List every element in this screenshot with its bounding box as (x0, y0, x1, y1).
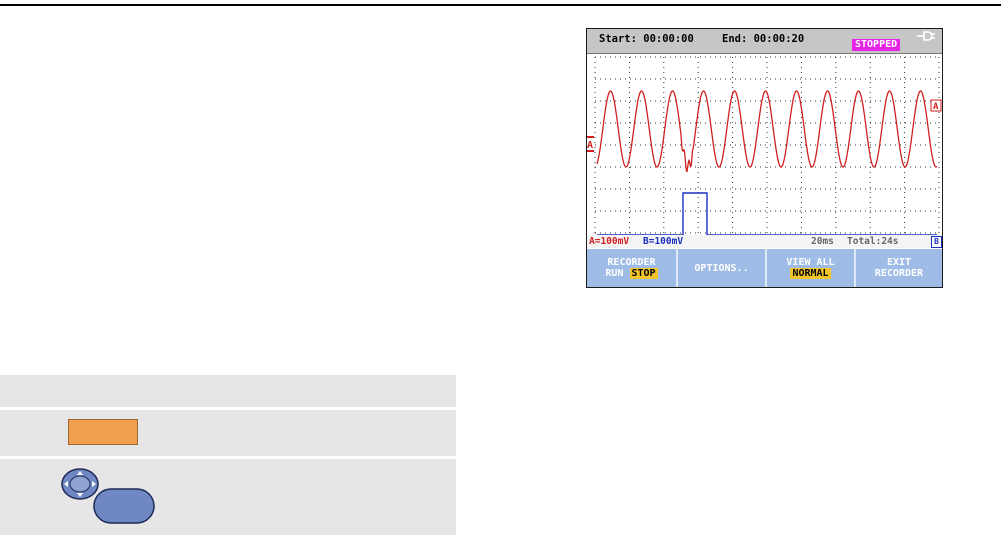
scope-status-bar: A=100mV B=100mV 20ms Total:24s B (587, 235, 942, 248)
end-time: End: 00:00:20 (722, 33, 805, 45)
scope-header: Start: 00:00:00 End: 00:00:20 STOPPED (587, 29, 942, 54)
softkey-1-run: RUN (605, 268, 624, 279)
channel-a-right-marker: A (930, 99, 942, 112)
channel-a-left-label: A (587, 140, 593, 151)
table-row (0, 410, 456, 456)
recorder-run-stop-softkey[interactable]: RECORDER RUN STOP (587, 249, 676, 287)
start-time: Start: 00:00:00 (599, 33, 694, 45)
softkey-4-line1: EXIT (886, 257, 912, 268)
orange-key-icon (68, 419, 138, 445)
softkey-3-line1: VIEW ALL (786, 257, 835, 268)
view-all-softkey[interactable]: VIEW ALL NORMAL (767, 249, 854, 287)
softkey-1-line1: RECORDER (607, 257, 656, 268)
exit-recorder-softkey[interactable]: EXIT RECORDER (856, 249, 942, 287)
status-badge: STOPPED (852, 39, 901, 51)
scope-screen: Start: 00:00:00 End: 00:00:20 STOPPED A … (586, 28, 943, 288)
oval-button-icon (93, 488, 155, 524)
power-plug-icon (917, 31, 935, 41)
channel-a-left-marker: A (587, 136, 594, 152)
options-softkey[interactable]: OPTIONS.. (678, 249, 765, 287)
softkey-2-label: OPTIONS.. (694, 262, 749, 274)
timebase: 20ms (811, 236, 834, 247)
softkey-4-line2: RECORDER (874, 268, 924, 279)
table-row (0, 459, 456, 535)
channel-a-scale: A=100mV (589, 236, 630, 247)
softkey-1-stop: STOP (629, 268, 658, 279)
table-row (0, 375, 456, 407)
channel-b-right-marker: B (931, 236, 942, 248)
channel-a-trace (596, 90, 938, 173)
top-rule (0, 4, 1001, 6)
channel-a-right-label: A (933, 102, 939, 112)
softkey-bar: RECORDER RUN STOP OPTIONS.. VIEW ALL NOR… (587, 249, 942, 287)
channel-b-trace (597, 192, 937, 235)
waveform-plot: A A B (587, 56, 942, 235)
channel-b-scale: B=100mV (643, 236, 684, 247)
softkey-3-normal: NORMAL (790, 268, 831, 279)
arrow-navigation-icon (61, 468, 155, 524)
total-time: Total:24s (847, 236, 899, 247)
graticule (594, 56, 940, 234)
